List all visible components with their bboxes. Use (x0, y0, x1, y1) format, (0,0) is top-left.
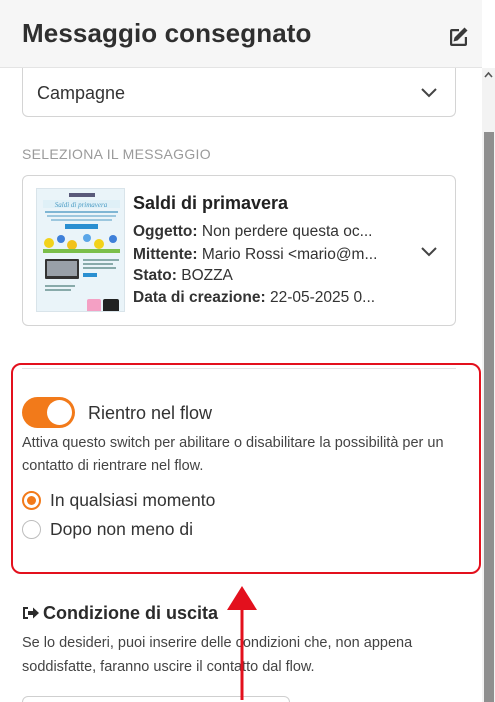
created-value: 22-05-2025 0... (265, 289, 376, 306)
status-label: Stato: (133, 267, 177, 284)
highlight-annotation-box (11, 363, 481, 574)
status-value: BOZZA (176, 267, 233, 284)
campaign-select-value: Campagne (37, 83, 126, 103)
subject-value: Non perdere questa oc... (197, 223, 373, 240)
chevron-down-icon (421, 88, 437, 98)
panel-header: Messaggio consegnato (0, 0, 482, 68)
message-title: Saldi di primavera (133, 193, 289, 213)
sender-label: Mittente: (133, 246, 198, 263)
exit-condition-title-text: Condizione di uscita (43, 603, 219, 623)
thumbnail-preview-image: Saldi di primavera (37, 189, 124, 311)
edit-icon[interactable] (446, 25, 470, 49)
message-sender: Mittente: Mario Rossi <mario@m... (133, 246, 377, 264)
message-status: Stato: BOZZA (133, 267, 233, 285)
chevron-down-icon[interactable] (420, 242, 438, 260)
exit-condition-title: Condizione di uscita (22, 603, 218, 624)
page-title: Messaggio consegnato (22, 18, 312, 48)
sign-out-icon (23, 607, 39, 619)
scrollbar-thumb[interactable] (484, 132, 494, 702)
message-subject: Oggetto: Non perdere questa oc... (133, 223, 373, 241)
subject-label: Oggetto: (133, 223, 198, 240)
select-message-label: SELEZIONA IL MESSAGGIO (22, 146, 211, 162)
sender-value: Mario Rossi <mario@m... (197, 246, 378, 263)
message-thumbnail: Saldi di primavera (36, 188, 125, 312)
created-label: Data di creazione: (133, 289, 266, 306)
thumbnail-heading: Saldi di primavera (55, 201, 108, 209)
annotation-arrow-icon (227, 586, 257, 700)
message-created-date: Data di creazione: 22-05-2025 0... (133, 289, 375, 307)
message-card[interactable]: Saldi di primavera Saldi di primavera Og… (22, 175, 456, 326)
scroll-up-icon[interactable] (483, 70, 494, 80)
campaign-select[interactable]: Campagne (22, 68, 456, 117)
